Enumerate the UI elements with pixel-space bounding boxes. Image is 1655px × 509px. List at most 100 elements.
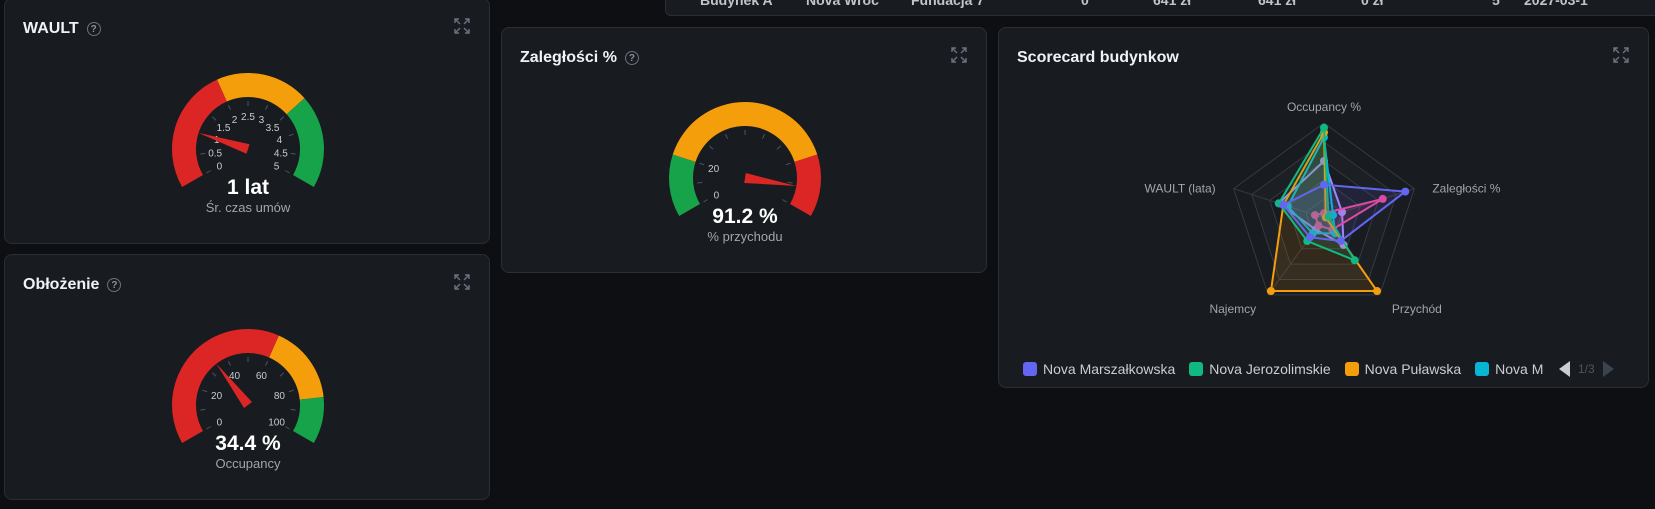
expand-icon[interactable] [453, 17, 471, 35]
gauge-needle [198, 132, 250, 154]
gauge-tick [228, 104, 231, 110]
zaleglosci-panel: Zaległości % ? 0 20 91.2 %% przychodu [501, 27, 987, 273]
expand-icon[interactable] [1612, 46, 1630, 64]
radar-chart: Occupancy % Zaległości % Przychód Najemcy WA… [1145, 100, 1501, 316]
gauge-tick-label: 0 [217, 162, 223, 173]
radar-point[interactable] [1320, 180, 1328, 189]
expand-icon[interactable] [453, 273, 471, 291]
gauge-subtitle: Occupancy [215, 456, 281, 471]
legend-pager: 1/3 [1559, 361, 1614, 377]
scorecard-panel: Scorecard budynkow Occupancy % Zaległości… [998, 27, 1649, 388]
radar-point[interactable] [1350, 256, 1359, 265]
gauge-tick [265, 360, 268, 366]
gauge-tick [697, 181, 703, 184]
expand-icon[interactable] [950, 46, 968, 64]
radar-point[interactable] [1336, 237, 1345, 246]
legend-swatch [1475, 362, 1490, 376]
help-icon[interactable]: ? [86, 22, 101, 36]
gauge-tick [211, 116, 217, 121]
gauge-tick [699, 162, 705, 166]
oblozenie-gauge: 02040 608010034.4 %Occupancy [172, 329, 324, 471]
gauge-tick [290, 152, 296, 155]
gauge-tick [228, 360, 231, 366]
gauge-tick [725, 133, 728, 139]
table-cell: 641 zł [1258, 0, 1297, 8]
radar-legend: Nova Marszałkowska Nova Jerozolimskie No… [1023, 361, 1543, 377]
gauge-tick-label: 1.5 [217, 123, 231, 134]
radar-axis-label: Najemcy [1209, 302, 1256, 316]
gauge-tick-label: 20 [708, 164, 720, 175]
gauge-band [293, 397, 324, 443]
gauge-tick [776, 145, 782, 150]
legend-item[interactable]: Nova Puławska [1344, 361, 1462, 377]
gauge-tick [781, 199, 787, 203]
table-row[interactable]: Budynek A Nova Wroc Fundacja 7 0 641 zł … [666, 0, 1655, 12]
radar-point[interactable] [1266, 287, 1275, 296]
gauge-tick [284, 170, 290, 174]
gauge-tick [288, 133, 294, 137]
table-cell: 2027-03-1 [1524, 0, 1588, 8]
radar-axis-label: Zaległości % [1432, 182, 1500, 196]
gauge-value: 34.4 % [215, 432, 281, 455]
gauge-tick-label: 2.5 [241, 112, 255, 123]
panel-title: Obłożenie [23, 276, 100, 293]
gauge-tick [279, 116, 285, 121]
gauge-tick [288, 389, 294, 393]
gauge-tick [211, 372, 217, 377]
panel-title: WAULT [23, 20, 79, 37]
gauge-band [790, 154, 821, 216]
gauge-tick [200, 152, 206, 155]
legend-label: Nova M [1495, 361, 1544, 377]
gauge-tick-label: 20 [211, 391, 223, 402]
gauge-band [286, 98, 324, 187]
prev-page-icon[interactable] [1559, 361, 1570, 377]
gauge-tick-label: 3 [259, 115, 265, 126]
gauge-tick-label: 0 [217, 418, 223, 429]
next-page-icon[interactable] [1602, 361, 1614, 377]
gauge-subtitle: % przychodu [707, 229, 782, 244]
table-cell: 641 zł [1153, 0, 1192, 8]
zaleglosci-gauge: 0 20 91.2 %% przychodu [669, 102, 821, 244]
gauge-tick [200, 408, 206, 411]
radar-point[interactable] [1373, 287, 1382, 296]
gauge-value: 91.2 % [712, 205, 778, 228]
legend-label: Nova Jerozolimskie [1209, 361, 1331, 377]
gauge-tick [279, 372, 285, 377]
table-cell: 0 zł [1361, 0, 1384, 8]
gauge-tick-label: 3.5 [266, 123, 280, 134]
legend-swatch [1344, 362, 1359, 376]
gauge-tick [703, 199, 709, 203]
table-cell: Budynek A [700, 0, 773, 8]
radar-point[interactable] [1279, 200, 1288, 209]
help-icon[interactable]: ? [624, 51, 639, 65]
table-cell: Fundacja 7 [911, 0, 985, 8]
radar-point[interactable] [1306, 233, 1315, 242]
gauge-tick-label: 2 [232, 115, 238, 126]
pager-text: 1/3 [1578, 362, 1595, 376]
table-cell: 5 [1492, 0, 1500, 8]
gauge-tick [290, 408, 296, 411]
gauge-tick [785, 162, 791, 166]
legend-swatch [1189, 362, 1204, 376]
legend-item[interactable]: Nova M [1475, 361, 1543, 377]
wault-gauge: 00.511.522.533.544.551 latŚr. czas umów [172, 73, 324, 215]
gauge-value: 1 lat [227, 176, 269, 199]
radar-point[interactable] [1401, 187, 1410, 196]
legend-item[interactable]: Nova Marszałkowska [1023, 361, 1175, 377]
panel-title: Scorecard budynkow [1017, 49, 1179, 66]
gauge-tick-label: 100 [268, 418, 285, 429]
radar-point[interactable] [1320, 123, 1328, 132]
gauge-needle [744, 173, 797, 187]
radar-axis-label: Occupancy % [1287, 100, 1361, 114]
gauge-tick-label: 4 [277, 135, 283, 146]
gauge-tick [762, 133, 765, 139]
gauge-band [172, 329, 279, 443]
gauge-tick [202, 389, 208, 393]
legend-item[interactable]: Nova Jerozolimskie [1189, 361, 1331, 377]
gauge-tick-label: 4.5 [274, 148, 288, 159]
wault-panel: WAULT ? 00.511.522.533.544.551 latŚr. cz… [4, 0, 490, 244]
oblozenie-panel: Obłożenie ? 0 20 40 60 80 100 34.4 % Occupancy [4, 254, 490, 500]
gauge-tick [284, 426, 290, 430]
help-icon[interactable]: ? [107, 278, 122, 292]
legend-label: Nova Puławska [1364, 361, 1462, 377]
